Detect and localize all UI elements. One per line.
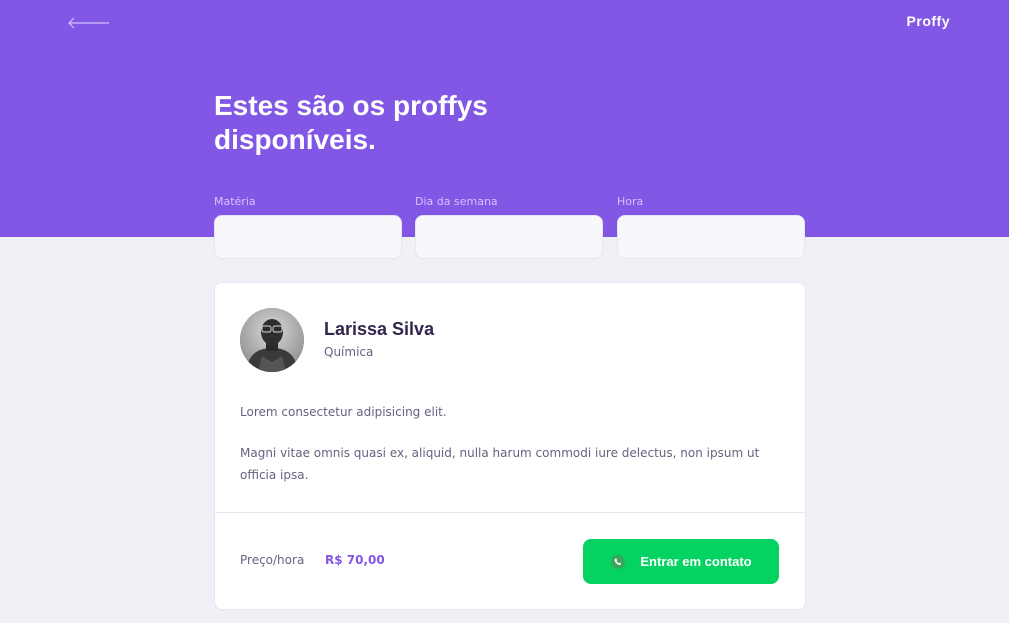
- teacher-subject: Química: [324, 345, 374, 359]
- time-label: Hora: [617, 195, 644, 208]
- weekday-label: Dia da semana: [415, 195, 498, 208]
- price-label: Preço/hora: [240, 553, 305, 567]
- contact-button[interactable]: Entrar em contato: [583, 539, 779, 584]
- back-button[interactable]: [68, 13, 112, 33]
- page-title: Estes são os proffys disponíveis.: [214, 90, 488, 155]
- avatar-photo: [240, 308, 304, 372]
- teacher-bio-details: Magni vitae omnis quasi ex, aliquid, nul…: [240, 446, 760, 482]
- logo: Proffy: [906, 13, 950, 29]
- price-value: R$ 70,00: [325, 553, 385, 567]
- time-input[interactable]: [617, 215, 805, 259]
- weekday-input[interactable]: [415, 215, 603, 259]
- page-header: Proffy Estes são os proffys disponíveis.…: [0, 0, 1009, 259]
- subject-label: Matéria: [214, 195, 256, 208]
- teacher-card: Larissa Silva Química Lorem consectetur …: [214, 282, 806, 610]
- whatsapp-icon: [610, 554, 626, 570]
- contact-button-label: Entrar em contato: [640, 554, 752, 569]
- arrow-left-icon: [68, 17, 109, 29]
- card-footer: Preço/hora R$ 70,00 Entrar em contato: [215, 512, 805, 609]
- subject-input[interactable]: [214, 215, 402, 259]
- teacher-name: Larissa Silva: [324, 319, 435, 339]
- teacher-bio-intro: Lorem consectetur adipisicing elit.: [240, 405, 447, 419]
- avatar: [240, 308, 304, 372]
